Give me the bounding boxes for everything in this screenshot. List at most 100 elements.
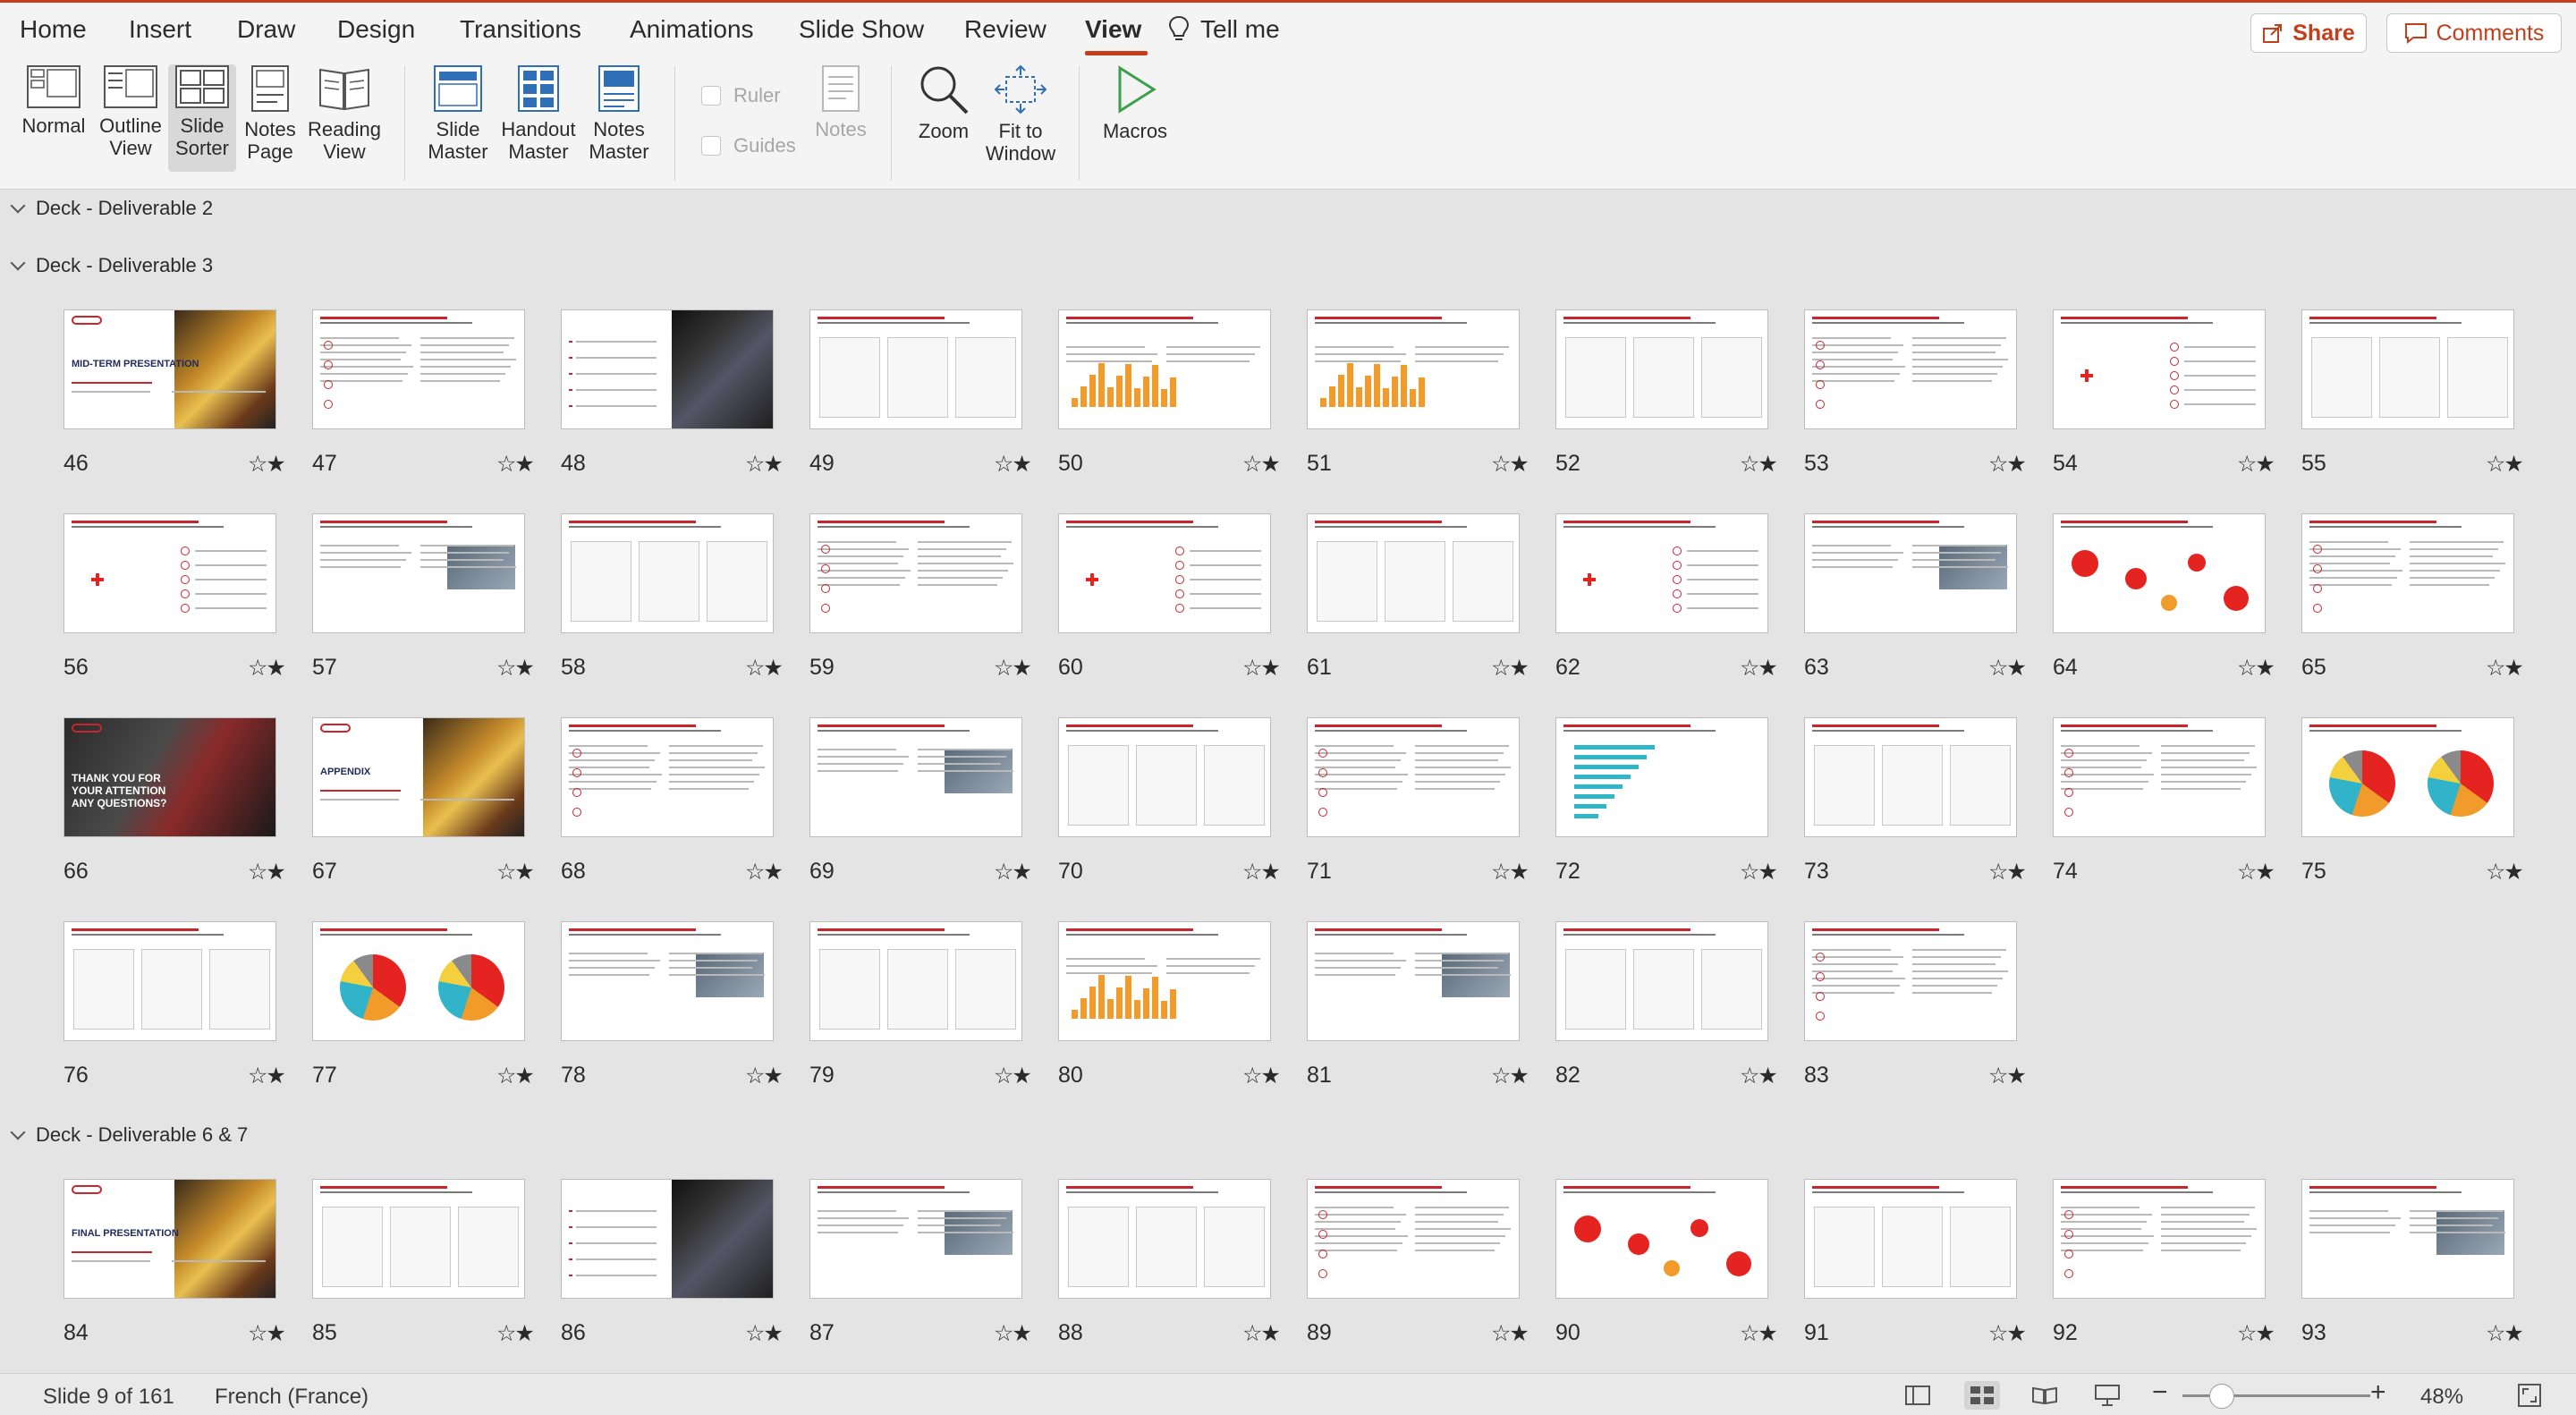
slide-thumbnail[interactable]	[312, 921, 525, 1041]
slide-sorter-button[interactable]: Slide Sorter	[168, 64, 236, 172]
animation-star-icon[interactable]: ☆★	[2486, 655, 2524, 682]
animation-star-icon[interactable]: ☆★	[496, 655, 535, 682]
slide-show-toggle[interactable]	[2089, 1381, 2125, 1410]
slide-thumbnail[interactable]	[1307, 513, 1520, 633]
slide-thumbnail[interactable]	[561, 921, 774, 1041]
animation-star-icon[interactable]: ☆★	[1491, 451, 1530, 478]
zoom-button[interactable]: Zoom	[907, 64, 980, 142]
handout-master-button[interactable]: Handout Master	[497, 64, 580, 163]
slide-thumbnail[interactable]	[2053, 1179, 2266, 1299]
slide-thumbnail[interactable]	[312, 1179, 525, 1299]
slide-thumbnail[interactable]	[64, 513, 276, 633]
animation-star-icon[interactable]: ☆★	[1988, 859, 2027, 885]
slide-thumbnail[interactable]	[1555, 717, 1768, 837]
animation-star-icon[interactable]: ☆★	[496, 451, 535, 478]
slide-thumbnail[interactable]	[809, 309, 1022, 429]
slide-thumbnail[interactable]	[312, 513, 525, 633]
slide-thumbnail[interactable]	[1555, 309, 1768, 429]
animation-star-icon[interactable]: ☆★	[745, 1320, 784, 1347]
animation-star-icon[interactable]: ☆★	[1988, 1063, 2027, 1089]
slide-thumbnail[interactable]	[2301, 309, 2514, 429]
animation-star-icon[interactable]: ☆★	[1740, 1320, 1778, 1347]
slide-thumbnail[interactable]	[1555, 513, 1768, 633]
animation-star-icon[interactable]: ☆★	[2237, 859, 2275, 885]
animation-star-icon[interactable]: ☆★	[745, 655, 784, 682]
animation-star-icon[interactable]: ☆★	[2237, 451, 2275, 478]
slide-thumbnail[interactable]	[561, 513, 774, 633]
animation-star-icon[interactable]: ☆★	[2486, 451, 2524, 478]
animation-star-icon[interactable]: ☆★	[248, 655, 286, 682]
animation-star-icon[interactable]: ☆★	[1242, 1320, 1281, 1347]
slide-thumbnail[interactable]	[2053, 309, 2266, 429]
slide-thumbnail[interactable]: APPENDIX	[312, 717, 525, 837]
slide-thumbnail[interactable]	[312, 309, 525, 429]
slide-thumbnail[interactable]	[1058, 921, 1271, 1041]
slide-thumbnail[interactable]	[809, 717, 1022, 837]
slide-master-button[interactable]: Slide Master	[420, 64, 496, 163]
animation-star-icon[interactable]: ☆★	[1491, 1063, 1530, 1089]
slide-sorter-toggle[interactable]	[1964, 1381, 2000, 1410]
comments-button[interactable]: Comments	[2386, 13, 2562, 53]
tab-home[interactable]: Home	[20, 15, 87, 44]
slide-thumbnail[interactable]	[2301, 1179, 2514, 1299]
share-button[interactable]: Share	[2250, 13, 2367, 53]
animation-star-icon[interactable]: ☆★	[248, 451, 286, 478]
slide-thumbnail[interactable]	[1804, 921, 2017, 1041]
tab-design[interactable]: Design	[337, 15, 415, 44]
animation-star-icon[interactable]: ☆★	[248, 859, 286, 885]
animation-star-icon[interactable]: ☆★	[994, 655, 1032, 682]
animation-star-icon[interactable]: ☆★	[1242, 859, 1281, 885]
animation-star-icon[interactable]: ☆★	[1740, 451, 1778, 478]
zoom-out-button[interactable]: −	[2152, 1377, 2168, 1408]
animation-star-icon[interactable]: ☆★	[994, 451, 1032, 478]
slide-thumbnail[interactable]	[1804, 717, 2017, 837]
language-indicator[interactable]: French (France)	[215, 1385, 369, 1410]
tab-insert[interactable]: Insert	[129, 15, 191, 44]
slide-thumbnail[interactable]	[1804, 1179, 2017, 1299]
animation-star-icon[interactable]: ☆★	[1740, 1063, 1778, 1089]
normal-view-button[interactable]: Normal	[13, 64, 95, 137]
animation-star-icon[interactable]: ☆★	[1242, 451, 1281, 478]
slide-thumbnail[interactable]	[1804, 309, 2017, 429]
slide-thumbnail[interactable]	[64, 921, 276, 1041]
fit-slide-button[interactable]	[2512, 1381, 2547, 1410]
slide-thumbnail[interactable]	[1555, 1179, 1768, 1299]
ruler-checkbox[interactable]: Ruler	[701, 84, 781, 107]
animation-star-icon[interactable]: ☆★	[1242, 1063, 1281, 1089]
animation-star-icon[interactable]: ☆★	[1988, 1320, 2027, 1347]
animation-star-icon[interactable]: ☆★	[994, 859, 1032, 885]
slide-thumbnail[interactable]	[1804, 513, 2017, 633]
animation-star-icon[interactable]: ☆★	[496, 1320, 535, 1347]
zoom-slider-thumb[interactable]	[2209, 1384, 2234, 1409]
slide-thumbnail[interactable]	[1307, 309, 1520, 429]
tell-me-search[interactable]: Tell me	[1168, 15, 1280, 44]
macros-button[interactable]: Macros	[1097, 64, 1174, 142]
slide-thumbnail[interactable]	[2301, 513, 2514, 633]
slide-thumbnail[interactable]	[561, 717, 774, 837]
slide-thumbnail[interactable]: THANK YOU FOR YOUR ATTENTION ANY QUESTIO…	[64, 717, 276, 837]
slide-thumbnail[interactable]	[561, 309, 774, 429]
outline-view-button[interactable]: Outline View	[97, 64, 165, 159]
reading-view-button[interactable]: Reading View	[304, 64, 385, 163]
animation-star-icon[interactable]: ☆★	[2486, 859, 2524, 885]
fit-to-window-button[interactable]: Fit to Window	[982, 64, 1059, 165]
reading-view-toggle[interactable]	[2027, 1381, 2063, 1410]
slide-thumbnail[interactable]: MID-TERM PRESENTATION	[64, 309, 276, 429]
guides-checkbox[interactable]: Guides	[701, 134, 796, 157]
tab-slide-show[interactable]: Slide Show	[799, 15, 924, 44]
slide-thumbnail[interactable]	[809, 921, 1022, 1041]
animation-star-icon[interactable]: ☆★	[1988, 655, 2027, 682]
slide-thumbnail[interactable]	[1058, 717, 1271, 837]
animation-star-icon[interactable]: ☆★	[1491, 859, 1530, 885]
notes-page-button[interactable]: Notes Page	[238, 64, 302, 163]
animation-star-icon[interactable]: ☆★	[994, 1063, 1032, 1089]
animation-star-icon[interactable]: ☆★	[1242, 655, 1281, 682]
animation-star-icon[interactable]: ☆★	[1740, 859, 1778, 885]
section-header-deliverable-2[interactable]: Deck - Deliverable 2	[10, 197, 213, 220]
slide-thumbnail[interactable]	[1555, 921, 1768, 1041]
slide-thumbnail[interactable]	[1058, 309, 1271, 429]
slide-thumbnail[interactable]	[1307, 921, 1520, 1041]
section-header-deliverable-6-7[interactable]: Deck - Deliverable 6 & 7	[10, 1123, 248, 1147]
slide-thumbnail[interactable]	[1058, 1179, 1271, 1299]
animation-star-icon[interactable]: ☆★	[496, 1063, 535, 1089]
